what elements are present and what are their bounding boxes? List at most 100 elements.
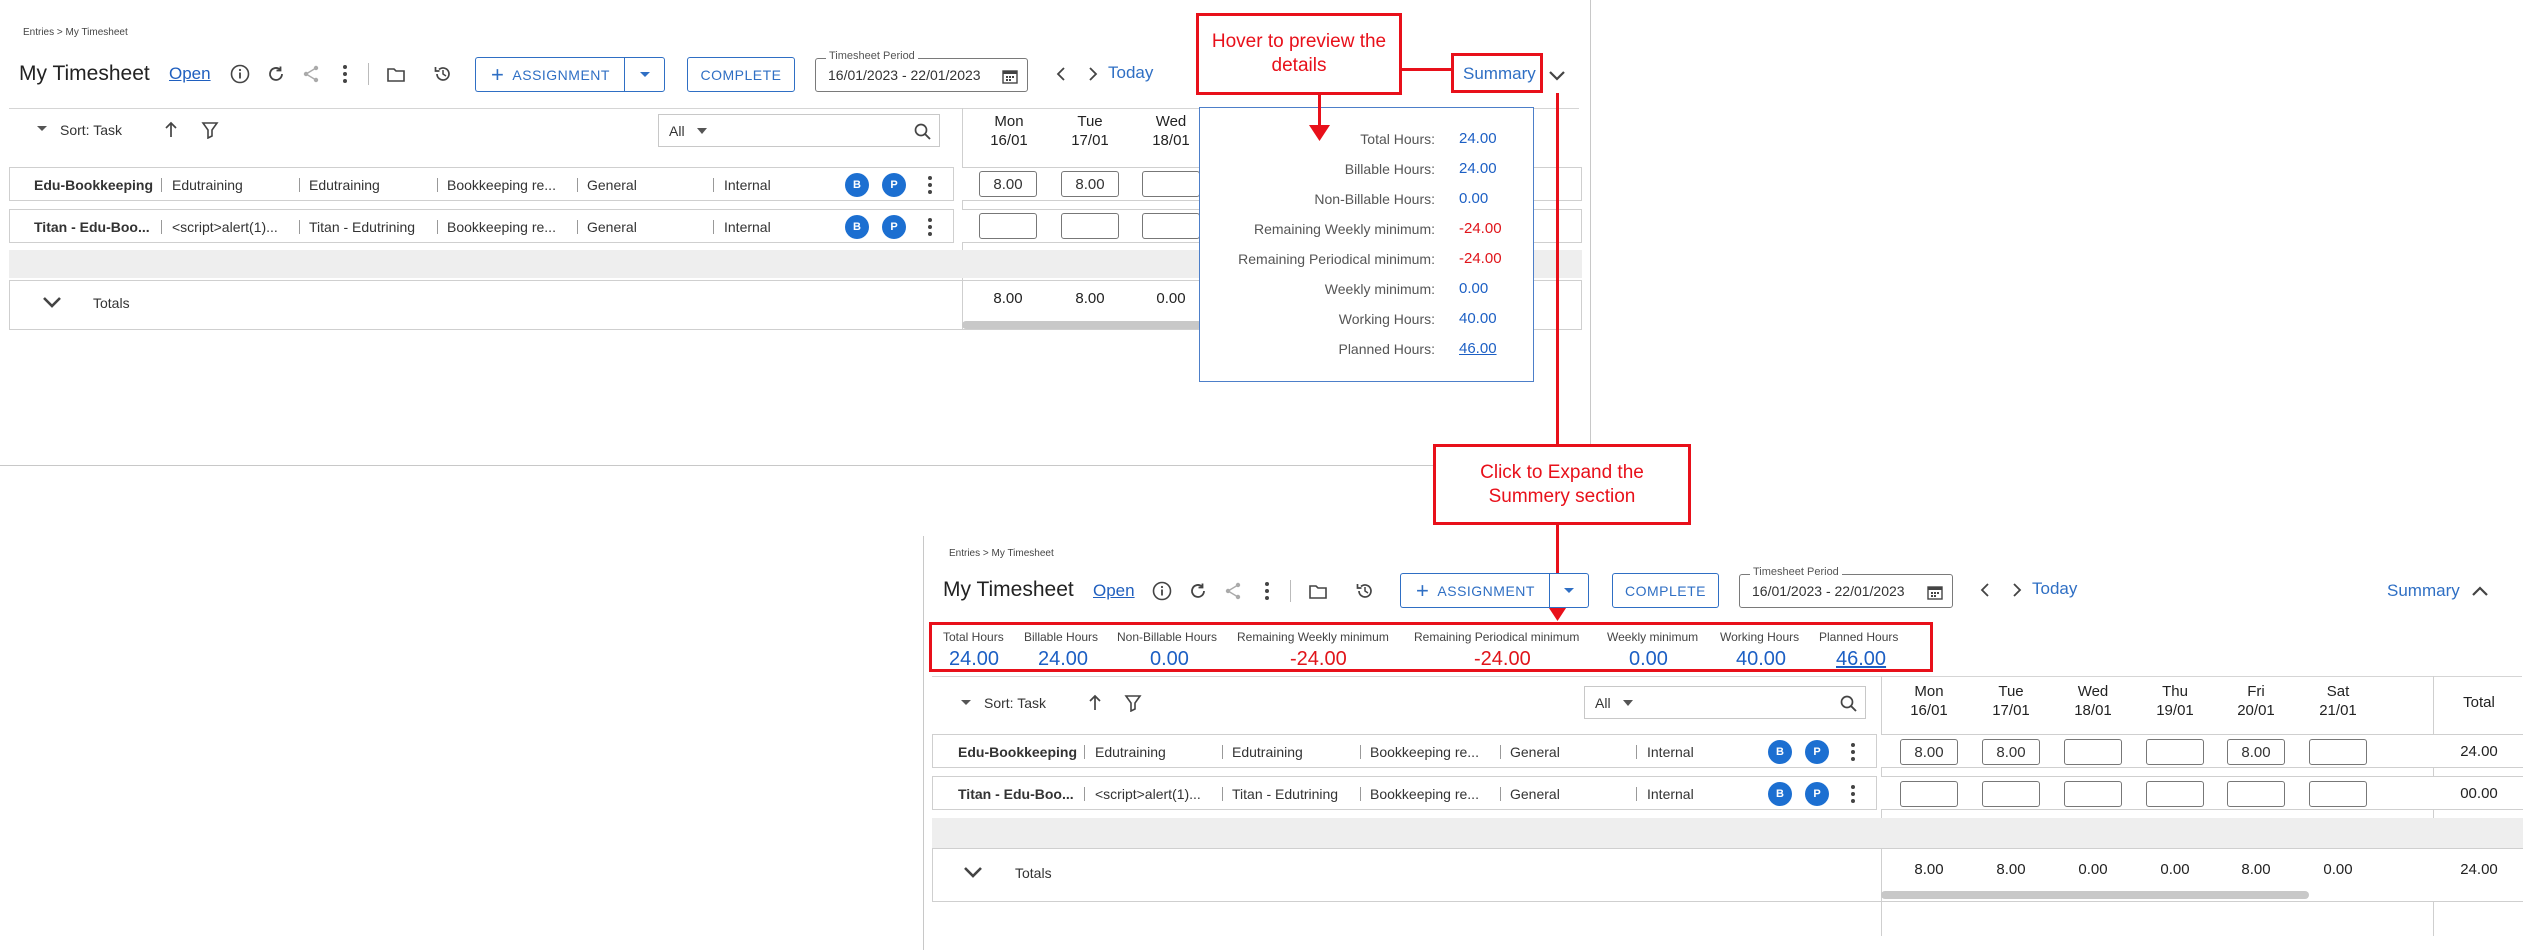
- hour-entry[interactable]: [2064, 739, 2122, 765]
- table-row[interactable]: Titan - Edu-Boo... <script>alert(1)... T…: [932, 776, 1877, 810]
- more-vert-icon[interactable]: [1850, 784, 1856, 804]
- info-icon[interactable]: [228, 62, 252, 86]
- day-name: Tue: [1998, 683, 2024, 700]
- refresh-icon[interactable]: [264, 62, 288, 86]
- calendar-icon[interactable]: [1927, 584, 1943, 600]
- sort-caret-icon[interactable]: [960, 699, 972, 707]
- chevron-down-icon[interactable]: [42, 296, 62, 309]
- folder-icon[interactable]: [384, 62, 408, 86]
- search-icon[interactable]: [914, 123, 931, 140]
- status-link[interactable]: Open: [1093, 581, 1135, 601]
- separator: [1084, 745, 1085, 759]
- table-row[interactable]: Edu-Bookkeeping Edutraining Edutraining …: [932, 734, 1877, 768]
- hour-entry[interactable]: [979, 213, 1037, 239]
- task-filter-select[interactable]: All: [658, 114, 940, 147]
- filter-icon[interactable]: [1121, 691, 1145, 715]
- billable-badge[interactable]: B: [1768, 782, 1792, 806]
- filter-icon[interactable]: [198, 118, 222, 142]
- planned-badge[interactable]: P: [1805, 782, 1829, 806]
- separator: [1636, 745, 1637, 759]
- hour-entry[interactable]: [2064, 781, 2122, 807]
- calendar-icon[interactable]: [1002, 68, 1018, 84]
- sort-label[interactable]: Sort: Task: [984, 695, 1046, 711]
- chevron-down-icon[interactable]: [1545, 64, 1569, 88]
- assignment-dropdown-button[interactable]: [624, 57, 665, 92]
- more-vert-icon[interactable]: [1255, 579, 1279, 603]
- planned-badge[interactable]: P: [1805, 740, 1829, 764]
- hour-entry[interactable]: 8.00: [2227, 739, 2285, 765]
- add-assignment-button[interactable]: + ASSIGNMENT: [1400, 573, 1550, 608]
- timesheet-period-field[interactable]: Timesheet Period 16/01/2023 - 22/01/2023: [815, 50, 1028, 92]
- chevron-down-icon[interactable]: [963, 866, 983, 879]
- billable-badge[interactable]: B: [1768, 740, 1792, 764]
- separator: [1360, 745, 1361, 759]
- summary-value: 24.00: [1459, 130, 1497, 147]
- hour-entry[interactable]: 8.00: [1982, 739, 2040, 765]
- share-icon[interactable]: [299, 62, 323, 86]
- day-date: 16/01: [990, 132, 1028, 149]
- total-value: 0.00: [2160, 861, 2190, 878]
- assignment-dropdown-button[interactable]: [1549, 573, 1589, 608]
- refresh-icon[interactable]: [1186, 579, 1210, 603]
- hour-entry[interactable]: [2146, 739, 2204, 765]
- today-link[interactable]: Today: [1108, 63, 1153, 83]
- hour-entry[interactable]: 8.00: [1061, 171, 1119, 197]
- next-week-icon[interactable]: [1081, 62, 1105, 86]
- complete-button[interactable]: COMPLETE: [1612, 573, 1719, 608]
- folder-icon[interactable]: [1306, 579, 1330, 603]
- complete-button[interactable]: COMPLETE: [687, 57, 795, 92]
- sort-caret-icon[interactable]: [36, 125, 48, 133]
- chevron-up-icon[interactable]: [2468, 579, 2492, 603]
- next-week-icon[interactable]: [2005, 578, 2029, 602]
- prev-week-icon[interactable]: [1049, 62, 1073, 86]
- share-icon[interactable]: [1221, 579, 1245, 603]
- billable-badge[interactable]: B: [845, 215, 869, 239]
- table-row[interactable]: Titan - Edu-Boo... <script>alert(1)... T…: [9, 209, 954, 243]
- planned-badge[interactable]: P: [882, 215, 906, 239]
- planned-badge[interactable]: P: [882, 173, 906, 197]
- hour-entry[interactable]: [1900, 781, 1958, 807]
- summary-label: Working Hours:: [1338, 311, 1435, 327]
- hour-entry[interactable]: [2309, 739, 2367, 765]
- add-assignment-button[interactable]: + ASSIGNMENT: [475, 57, 625, 92]
- status-link[interactable]: Open: [169, 64, 211, 84]
- table-row[interactable]: Edu-Bookkeeping Edutraining Edutraining …: [9, 167, 954, 201]
- hour-entry[interactable]: [2309, 781, 2367, 807]
- summary-highlight-box: [1451, 53, 1543, 93]
- search-icon[interactable]: [1840, 695, 1857, 712]
- more-vert-icon[interactable]: [927, 175, 933, 195]
- task-filter-select[interactable]: All: [1584, 686, 1866, 719]
- more-vert-icon[interactable]: [333, 62, 357, 86]
- today-link[interactable]: Today: [2032, 579, 2077, 599]
- sort-ascending-icon[interactable]: [159, 118, 183, 142]
- hour-entry[interactable]: 8.00: [979, 171, 1037, 197]
- hour-entry[interactable]: [2146, 781, 2204, 807]
- horizontal-scrollbar[interactable]: [962, 321, 1202, 329]
- sort-ascending-icon[interactable]: [1083, 691, 1107, 715]
- sort-label[interactable]: Sort: Task: [60, 122, 122, 138]
- prev-week-icon[interactable]: [1973, 578, 1997, 602]
- timesheet-period-field[interactable]: Timesheet Period 16/01/2023 - 22/01/2023: [1739, 566, 1953, 608]
- more-vert-icon[interactable]: [927, 217, 933, 237]
- category-cell: General: [1510, 786, 1560, 802]
- hour-entry[interactable]: [1142, 171, 1200, 197]
- hour-entry[interactable]: [1142, 213, 1200, 239]
- horizontal-scrollbar[interactable]: [1881, 891, 2309, 899]
- hour-entry[interactable]: [1982, 781, 2040, 807]
- history-icon[interactable]: [1353, 579, 1377, 603]
- billable-badge[interactable]: B: [845, 173, 869, 197]
- more-vert-icon[interactable]: [1850, 742, 1856, 762]
- separator: [299, 178, 300, 192]
- breadcrumb[interactable]: Entries > My Timesheet: [949, 548, 1054, 559]
- breadcrumb[interactable]: Entries > My Timesheet: [23, 27, 128, 38]
- hour-entry[interactable]: [2227, 781, 2285, 807]
- summary-value: 40.00: [1459, 310, 1497, 327]
- hour-entry[interactable]: [1061, 213, 1119, 239]
- caret-down-icon: [639, 71, 650, 77]
- toolbar-divider: [1290, 580, 1291, 602]
- info-icon[interactable]: [1150, 579, 1174, 603]
- history-icon[interactable]: [431, 62, 455, 86]
- planned-hours-link[interactable]: 46.00: [1459, 340, 1497, 357]
- hour-entry[interactable]: 8.00: [1900, 739, 1958, 765]
- summary-link[interactable]: Summary: [2387, 581, 2460, 601]
